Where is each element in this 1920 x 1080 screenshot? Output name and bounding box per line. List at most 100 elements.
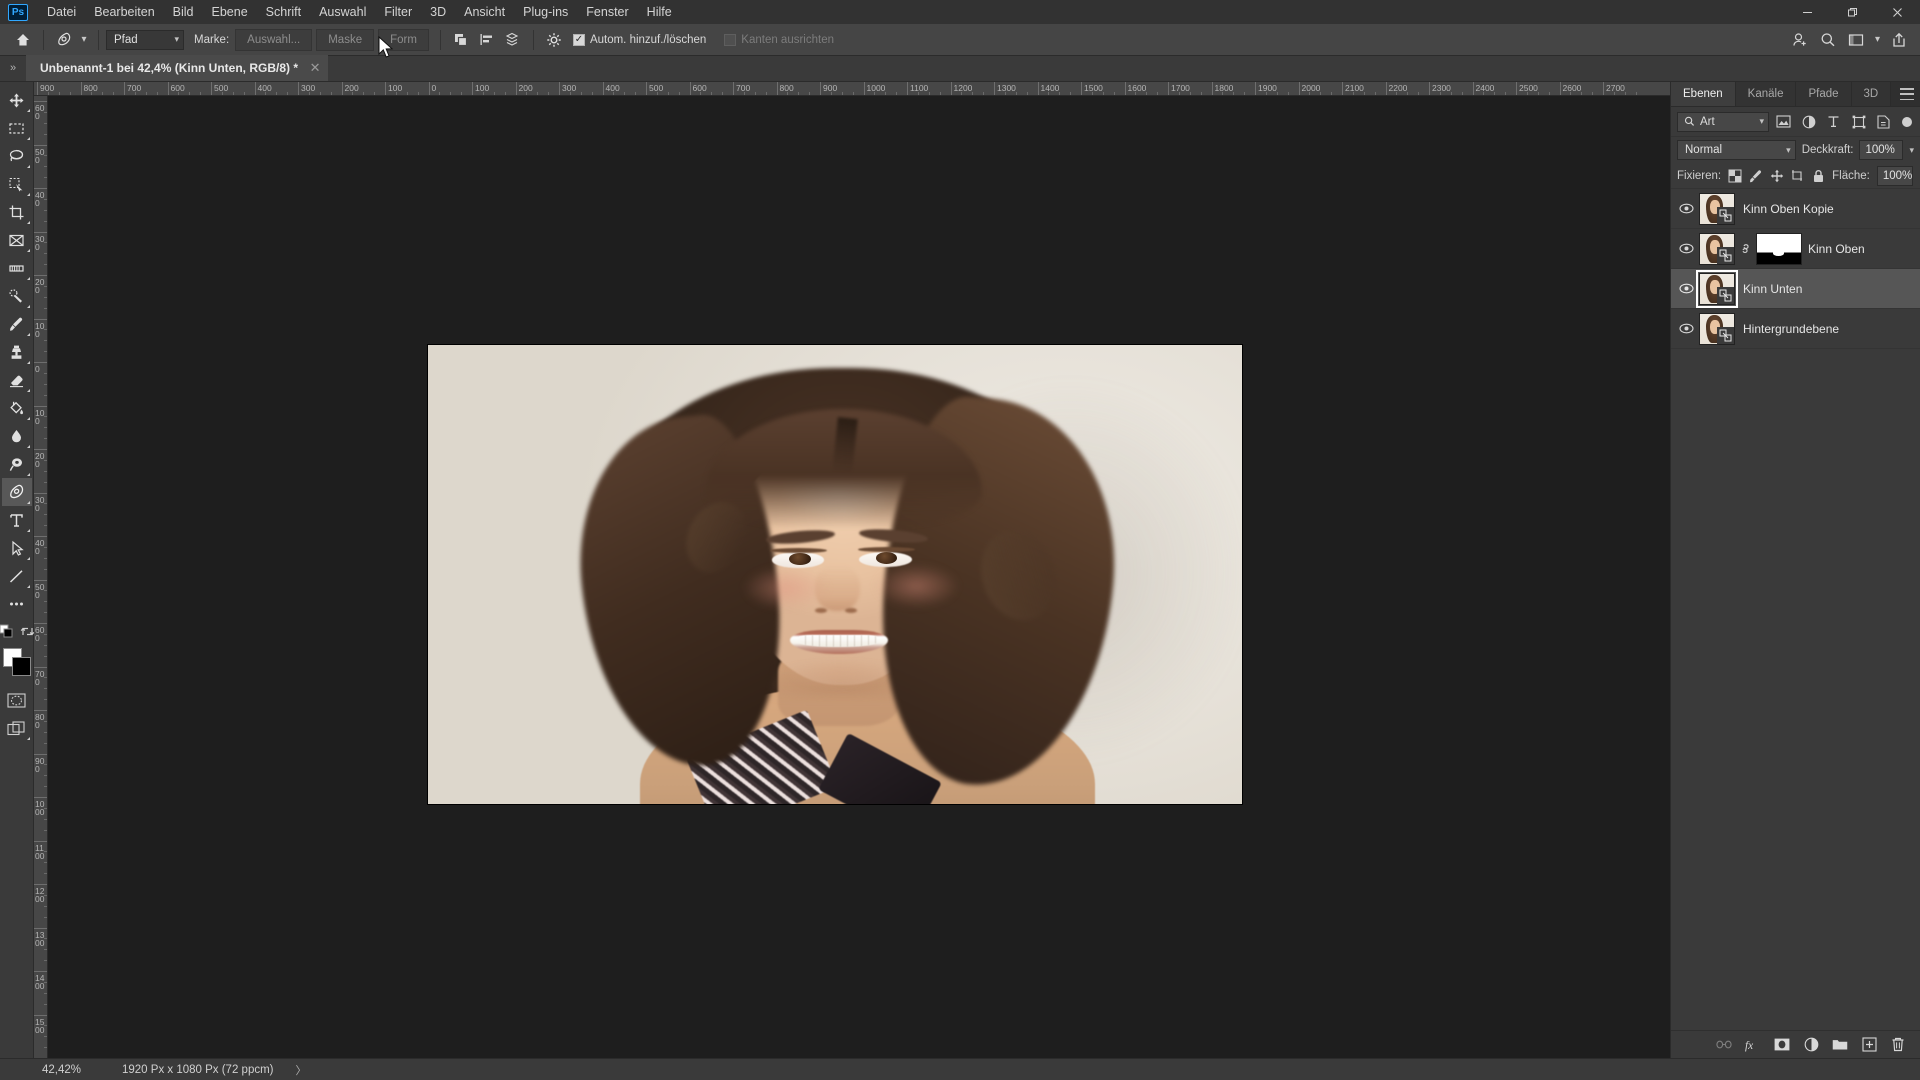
menu-ansicht[interactable]: Ansicht xyxy=(455,2,514,22)
tab-kanaele[interactable]: Kanäle xyxy=(1735,82,1797,106)
screen-mode-icon[interactable] xyxy=(2,714,32,742)
menu-filter[interactable]: Filter xyxy=(375,2,421,22)
filter-smartobject-icon[interactable] xyxy=(1873,112,1894,132)
filter-shape-icon[interactable] xyxy=(1848,112,1869,132)
link-layers-icon[interactable] xyxy=(1716,1037,1732,1053)
table-row[interactable]: Hintergrundebene xyxy=(1671,309,1920,349)
layer-visibility-toggle[interactable] xyxy=(1673,323,1699,334)
document-tab[interactable]: Unbenannt-1 bei 42,4% (Kinn Unten, RGB/8… xyxy=(26,55,329,81)
dodge-tool[interactable] xyxy=(2,450,32,478)
blend-mode-select[interactable]: Normal ▾ xyxy=(1677,140,1796,160)
close-icon[interactable]: ✕ xyxy=(308,60,322,76)
menu-datei[interactable]: Datei xyxy=(38,2,85,22)
new-group-icon[interactable] xyxy=(1832,1037,1848,1053)
tool-preset-chevron-icon[interactable]: ▾ xyxy=(77,28,91,52)
home-icon[interactable] xyxy=(10,28,36,52)
menu-schrift[interactable]: Schrift xyxy=(257,2,310,22)
layer-thumbnail[interactable] xyxy=(1699,232,1735,265)
table-row[interactable]: Kinn Oben Kopie xyxy=(1671,189,1920,229)
gear-icon[interactable] xyxy=(541,28,567,52)
lock-artboard-nesting-icon[interactable] xyxy=(1791,168,1805,184)
opacity-value[interactable]: 100% xyxy=(1859,140,1904,160)
zoom-level[interactable]: 42,42% xyxy=(42,1064,108,1076)
menu-hilfe[interactable]: Hilfe xyxy=(638,2,681,22)
lock-position-icon[interactable] xyxy=(1770,168,1784,184)
menu-auswahl[interactable]: Auswahl xyxy=(310,2,375,22)
pen-tool-icon[interactable] xyxy=(51,28,77,52)
share-icon[interactable] xyxy=(1886,28,1912,52)
rectangular-marquee-tool[interactable] xyxy=(2,114,32,142)
layer-mask-link-icon[interactable] xyxy=(1739,242,1752,255)
vertical-ruler[interactable]: 600 500 400 300 200 100 0 100 200 300 400 500 600 700… xyxy=(34,96,48,1058)
layer-visibility-toggle[interactable] xyxy=(1673,203,1699,214)
layer-thumbnail[interactable] xyxy=(1696,269,1738,308)
spot-healing-brush-tool[interactable] xyxy=(2,282,32,310)
canvas-area[interactable] xyxy=(48,96,1670,1058)
layer-list[interactable]: Kinn Oben Kopie Kinn Oben Kinn Unten Hin… xyxy=(1671,189,1920,1030)
layer-visibility-toggle[interactable] xyxy=(1673,243,1699,254)
type-tool[interactable] xyxy=(2,506,32,534)
path-arrangement-icon[interactable] xyxy=(500,28,526,52)
layer-name[interactable]: Kinn Oben xyxy=(1808,242,1865,256)
line-tool[interactable] xyxy=(2,562,32,590)
clone-stamp-tool[interactable] xyxy=(2,338,32,366)
background-color-swatch[interactable] xyxy=(11,657,31,676)
minimize-button[interactable] xyxy=(1785,0,1830,24)
new-adjustment-layer-icon[interactable] xyxy=(1803,1037,1819,1053)
menu-fenster[interactable]: Fenster xyxy=(577,2,637,22)
crop-tool[interactable] xyxy=(2,198,32,226)
menu-bearbeiten[interactable]: Bearbeiten xyxy=(85,2,163,22)
new-layer-icon[interactable] xyxy=(1861,1037,1877,1053)
tab-3d[interactable]: 3D xyxy=(1851,82,1892,106)
layer-filter-kind-select[interactable]: Art ▾ xyxy=(1677,111,1769,132)
filter-toggle-switch[interactable] xyxy=(1902,116,1912,127)
opacity-chevron-icon[interactable]: ▾ xyxy=(1909,145,1914,156)
chevron-double-right-icon[interactable]: » xyxy=(0,55,26,81)
menu-plugins[interactable]: Plug-ins xyxy=(514,2,577,22)
quick-mask-icon[interactable] xyxy=(2,686,32,714)
layer-thumbnail[interactable] xyxy=(1699,312,1735,345)
add-layer-mask-icon[interactable] xyxy=(1774,1037,1790,1053)
layer-visibility-toggle[interactable] xyxy=(1673,283,1699,294)
frame-tool[interactable] xyxy=(2,226,32,254)
artboard[interactable] xyxy=(428,345,1242,804)
brush-tool[interactable] xyxy=(2,310,32,338)
auto-add-delete-checkbox[interactable]: ✓ Autom. hinzuf./löschen xyxy=(572,33,706,46)
filter-pixel-icon[interactable] xyxy=(1773,112,1794,132)
path-operations-icon[interactable] xyxy=(448,28,474,52)
tab-pfade[interactable]: Pfade xyxy=(1796,82,1852,106)
paint-bucket-tool[interactable] xyxy=(2,394,32,422)
layer-style-fx-icon[interactable]: fx xyxy=(1745,1037,1761,1053)
horizontal-ruler[interactable]: 900 800 700 600 500 400 300 200 100 0 100 200 300 400… xyxy=(34,82,1670,96)
move-tool[interactable] xyxy=(2,86,32,114)
search-icon[interactable] xyxy=(1815,28,1841,52)
eraser-tool[interactable] xyxy=(2,366,32,394)
lock-image-pixels-icon[interactable] xyxy=(1749,168,1763,184)
close-button[interactable] xyxy=(1875,0,1920,24)
path-selection-tool[interactable] xyxy=(2,534,32,562)
filter-adjustment-icon[interactable] xyxy=(1798,112,1819,132)
panel-menu-icon[interactable] xyxy=(1900,88,1914,100)
workspace-icon[interactable] xyxy=(1843,28,1869,52)
more-tools-icon[interactable] xyxy=(2,590,32,618)
fill-value[interactable]: 100% xyxy=(1876,165,1914,186)
eyedropper-tool[interactable] xyxy=(2,254,32,282)
quick-selection-tool[interactable] xyxy=(2,170,32,198)
table-row[interactable]: Kinn Oben xyxy=(1671,229,1920,269)
menu-ebene[interactable]: Ebene xyxy=(203,2,257,22)
layer-name[interactable]: Hintergrundebene xyxy=(1743,322,1839,336)
lasso-tool[interactable] xyxy=(2,142,32,170)
auswahl-button[interactable]: Auswahl... xyxy=(235,28,313,51)
menu-3d[interactable]: 3D xyxy=(421,2,455,22)
default-colors-icon[interactable] xyxy=(0,624,14,644)
table-row[interactable]: Kinn Unten xyxy=(1671,269,1920,309)
status-expand-icon[interactable]: 〉 xyxy=(296,1062,307,1078)
path-mode-select[interactable]: Pfad ▾ xyxy=(106,29,184,50)
tab-ebenen[interactable]: Ebenen xyxy=(1671,82,1736,106)
lock-all-icon[interactable] xyxy=(1812,168,1825,184)
layer-thumbnail[interactable] xyxy=(1699,192,1735,225)
lock-transparent-pixels-icon[interactable] xyxy=(1728,168,1742,184)
swap-colors-icon[interactable] xyxy=(20,624,35,644)
layer-mask-thumbnail[interactable] xyxy=(1756,232,1802,265)
maske-button[interactable]: Maske xyxy=(316,28,375,51)
